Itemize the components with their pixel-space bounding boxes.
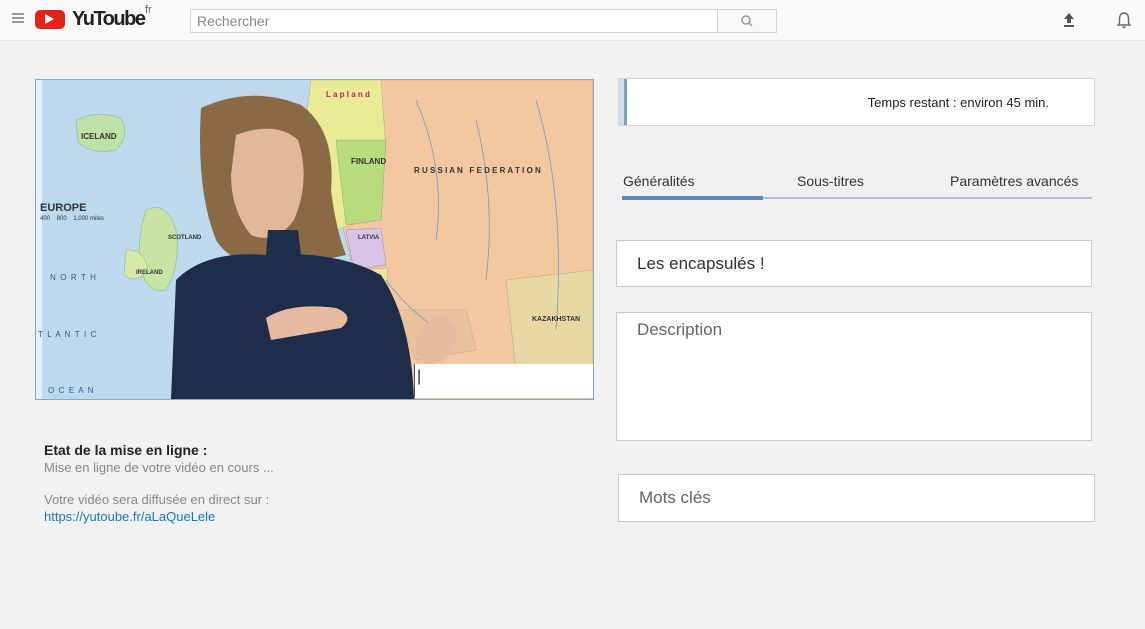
upload-button[interactable] <box>1059 10 1079 30</box>
caption-input-overlay[interactable]: | <box>414 364 593 398</box>
progress-bar-fill <box>619 79 627 125</box>
upload-status-text: Mise en ligne de votre vidéo en cours ..… <box>44 460 274 475</box>
search-button[interactable] <box>717 9 777 33</box>
logo-text: YuToube <box>72 8 146 30</box>
tab-advanced-settings[interactable]: Paramètres avancés <box>950 173 1078 189</box>
tab-active-indicator <box>622 196 763 200</box>
tab-general[interactable]: Généralités <box>623 173 695 189</box>
tab-subtitles[interactable]: Sous-titres <box>797 173 864 189</box>
search-input[interactable] <box>190 9 718 33</box>
top-bar: YuToube fr <box>0 0 1145 41</box>
bell-icon <box>1116 12 1132 29</box>
upload-status-title: Etat de la mise en ligne : <box>44 442 208 458</box>
video-preview[interactable]: ICELAND EUROPE 400 800 1,000 miles FINLA… <box>35 79 594 400</box>
upload-icon <box>1064 13 1074 27</box>
presenter-silhouette <box>171 95 457 399</box>
logo-play-icon <box>35 10 65 29</box>
broadcast-link[interactable]: https://yutoube.fr/aLaQueLele <box>44 509 215 524</box>
keywords-input[interactable] <box>618 474 1095 522</box>
text-cursor: | <box>417 368 422 385</box>
logo-country: fr <box>145 4 152 16</box>
menu-icon[interactable] <box>12 13 24 23</box>
search-icon <box>741 15 753 27</box>
broadcast-label: Votre vidéo sera diffusée en direct sur … <box>44 492 270 507</box>
notifications-button[interactable] <box>1114 10 1134 30</box>
title-input[interactable] <box>616 240 1092 287</box>
description-textarea[interactable] <box>616 312 1092 441</box>
time-remaining: Temps restant : environ 45 min. <box>867 95 1049 110</box>
upload-progress: Temps restant : environ 45 min. <box>618 78 1095 126</box>
